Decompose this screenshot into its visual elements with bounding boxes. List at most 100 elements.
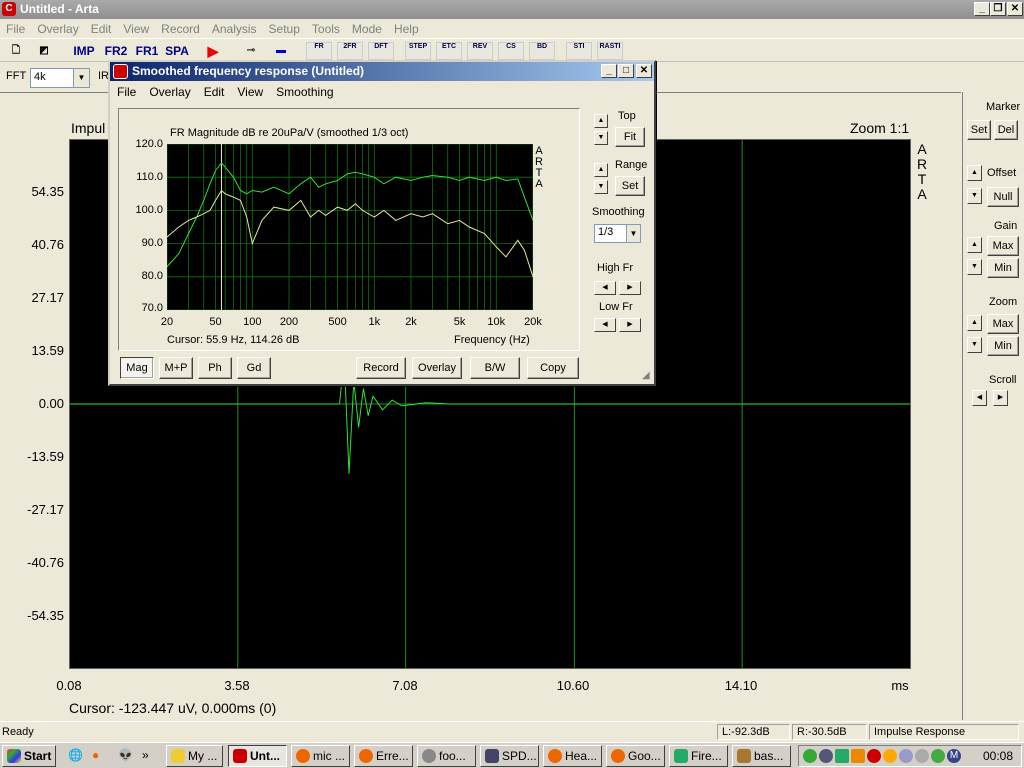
dialog-menu-overlay[interactable]: Overlay bbox=[142, 82, 196, 99]
step-tool-button[interactable]: STEP bbox=[405, 42, 431, 60]
more-quicklaunch-icon[interactable]: » bbox=[140, 745, 156, 767]
menu-file[interactable]: File bbox=[0, 19, 31, 36]
menu-edit[interactable]: Edit bbox=[85, 19, 118, 36]
smoothing-select[interactable]: 1/3 ▼ bbox=[594, 224, 641, 243]
chevron-down-icon[interactable]: ▼ bbox=[73, 69, 89, 87]
rasti-tool-button[interactable]: RASTI bbox=[597, 42, 623, 60]
fr-tool-button[interactable]: FR bbox=[306, 42, 332, 60]
task-goo[interactable]: Goo... bbox=[606, 745, 665, 767]
task-bas[interactable]: bas... bbox=[732, 745, 791, 767]
tray-speaker-icon[interactable] bbox=[931, 749, 945, 763]
cs-tool-button[interactable]: CS bbox=[498, 42, 524, 60]
zoom-max-button[interactable]: Max bbox=[987, 314, 1019, 334]
zoom-min-button[interactable]: Min bbox=[987, 336, 1019, 356]
dialog-menu-view[interactable]: View bbox=[230, 82, 269, 99]
task-my[interactable]: My ... bbox=[166, 745, 223, 767]
gain-min-button[interactable]: Min bbox=[987, 258, 1019, 278]
bd-tool-button[interactable]: BD bbox=[529, 42, 555, 60]
high-fr-left-arrow[interactable]: ◀ bbox=[594, 281, 616, 295]
resize-grip-icon[interactable]: ◢ bbox=[642, 370, 650, 381]
offset-up-arrow[interactable]: ▲ bbox=[967, 165, 982, 181]
scroll-left-arrow[interactable]: ◀ bbox=[972, 390, 987, 406]
range-set-button[interactable]: Set bbox=[615, 176, 645, 196]
record-button[interactable]: Record bbox=[356, 357, 406, 379]
tray-torrent-icon[interactable] bbox=[803, 749, 817, 763]
sti-tool-button[interactable]: STI bbox=[566, 42, 592, 60]
high-fr-right-arrow[interactable]: ▶ bbox=[619, 281, 641, 295]
fft-size-select[interactable]: 4k ▼ bbox=[30, 68, 90, 88]
dft-tool-button[interactable]: DFT bbox=[368, 42, 394, 60]
tray-m-icon[interactable]: M bbox=[947, 749, 961, 763]
signal-icon[interactable]: ▬ bbox=[270, 42, 292, 60]
overlay-button[interactable]: Overlay bbox=[412, 357, 462, 379]
menu-mode[interactable]: Mode bbox=[346, 19, 388, 36]
close-button[interactable]: ✕ bbox=[1007, 2, 1023, 16]
offset-down-arrow[interactable]: ▼ bbox=[967, 188, 982, 204]
menu-tools[interactable]: Tools bbox=[306, 19, 346, 36]
gain-max-button[interactable]: Max bbox=[987, 236, 1019, 256]
start-button[interactable]: Start bbox=[2, 745, 56, 767]
arta-app-icon[interactable]: C bbox=[2, 2, 16, 16]
marker-del-button[interactable]: Del bbox=[994, 120, 1018, 140]
task-fire[interactable]: Fire... bbox=[669, 745, 728, 767]
mag-button[interactable]: Mag bbox=[120, 357, 154, 379]
copy-button[interactable]: Copy bbox=[527, 357, 579, 379]
fit-button[interactable]: Fit bbox=[615, 127, 645, 147]
range-up-arrow[interactable]: ▲ bbox=[594, 163, 608, 177]
marker-set-button[interactable]: Set bbox=[967, 120, 991, 140]
new-file-icon[interactable]: 🗋 bbox=[8, 42, 24, 60]
dialog-close-button[interactable]: ✕ bbox=[636, 64, 652, 78]
top-down-arrow[interactable]: ▼ bbox=[594, 131, 608, 145]
minimize-button[interactable]: _ bbox=[974, 2, 990, 16]
dialog-minimize-button[interactable]: _ bbox=[601, 64, 617, 78]
menu-view[interactable]: View bbox=[117, 19, 155, 36]
tray-network-icon[interactable] bbox=[915, 749, 929, 763]
dialog-menu-file[interactable]: File bbox=[110, 82, 142, 99]
task-erre[interactable]: Erre... bbox=[354, 745, 413, 767]
open-file-icon[interactable]: ◩ bbox=[36, 42, 52, 60]
record-play-icon[interactable]: ▶ bbox=[204, 42, 222, 60]
task-foo[interactable]: foo... bbox=[417, 745, 476, 767]
bw-button[interactable]: B/W bbox=[470, 357, 520, 379]
tray-globe-icon[interactable] bbox=[899, 749, 913, 763]
generator-icon[interactable]: ⊸ bbox=[240, 42, 262, 60]
ph-button[interactable]: Ph bbox=[198, 357, 232, 379]
chevron-down-icon[interactable]: ▼ bbox=[626, 225, 640, 242]
gain-down-arrow[interactable]: ▼ bbox=[967, 259, 982, 275]
restore-button[interactable]: ❐ bbox=[990, 2, 1006, 16]
tray-arrow-icon[interactable] bbox=[867, 749, 881, 763]
menu-analysis[interactable]: Analysis bbox=[206, 19, 263, 36]
task-untitled[interactable]: Unt... bbox=[228, 745, 287, 767]
menu-overlay[interactable]: Overlay bbox=[31, 19, 84, 36]
m-plus-p-button[interactable]: M+P bbox=[159, 357, 193, 379]
offset-null-button[interactable]: Null bbox=[987, 187, 1019, 207]
tray-ame-icon[interactable] bbox=[851, 749, 865, 763]
scroll-right-arrow[interactable]: ▶ bbox=[993, 390, 1008, 406]
zoom-down-arrow[interactable]: ▼ bbox=[967, 337, 982, 353]
task-mic[interactable]: mic ... bbox=[291, 745, 350, 767]
tray-grid-icon[interactable] bbox=[835, 749, 849, 763]
dialog-menu-edit[interactable]: Edit bbox=[197, 82, 231, 99]
spa-button[interactable]: SPA bbox=[164, 42, 190, 60]
dialog-menu-smoothing[interactable]: Smoothing bbox=[269, 82, 339, 99]
menu-setup[interactable]: Setup bbox=[263, 19, 306, 36]
ie-quicklaunch-icon[interactable]: 🌐 bbox=[66, 745, 86, 767]
task-spd[interactable]: SPD... bbox=[480, 745, 539, 767]
rev-tool-button[interactable]: REV bbox=[467, 42, 493, 60]
dialog-maximize-button[interactable]: □ bbox=[618, 64, 634, 78]
2fr-tool-button[interactable]: 2FR bbox=[337, 42, 363, 60]
tray-sun-icon[interactable] bbox=[883, 749, 897, 763]
fr2-button[interactable]: FR2 bbox=[102, 42, 130, 60]
menu-record[interactable]: Record bbox=[155, 19, 206, 36]
dialog-app-icon[interactable] bbox=[113, 64, 128, 79]
fr-chart[interactable] bbox=[167, 144, 533, 310]
range-down-arrow[interactable]: ▼ bbox=[594, 180, 608, 194]
low-fr-right-arrow[interactable]: ▶ bbox=[619, 318, 641, 332]
zoom-up-arrow[interactable]: ▲ bbox=[967, 315, 982, 331]
gd-button[interactable]: Gd bbox=[237, 357, 271, 379]
firefox-quicklaunch-icon[interactable]: ● bbox=[90, 745, 112, 767]
top-up-arrow[interactable]: ▲ bbox=[594, 114, 608, 128]
imp-button[interactable]: IMP bbox=[70, 42, 98, 60]
alien-quicklaunch-icon[interactable]: 👽 bbox=[116, 745, 136, 767]
low-fr-left-arrow[interactable]: ◀ bbox=[594, 318, 616, 332]
